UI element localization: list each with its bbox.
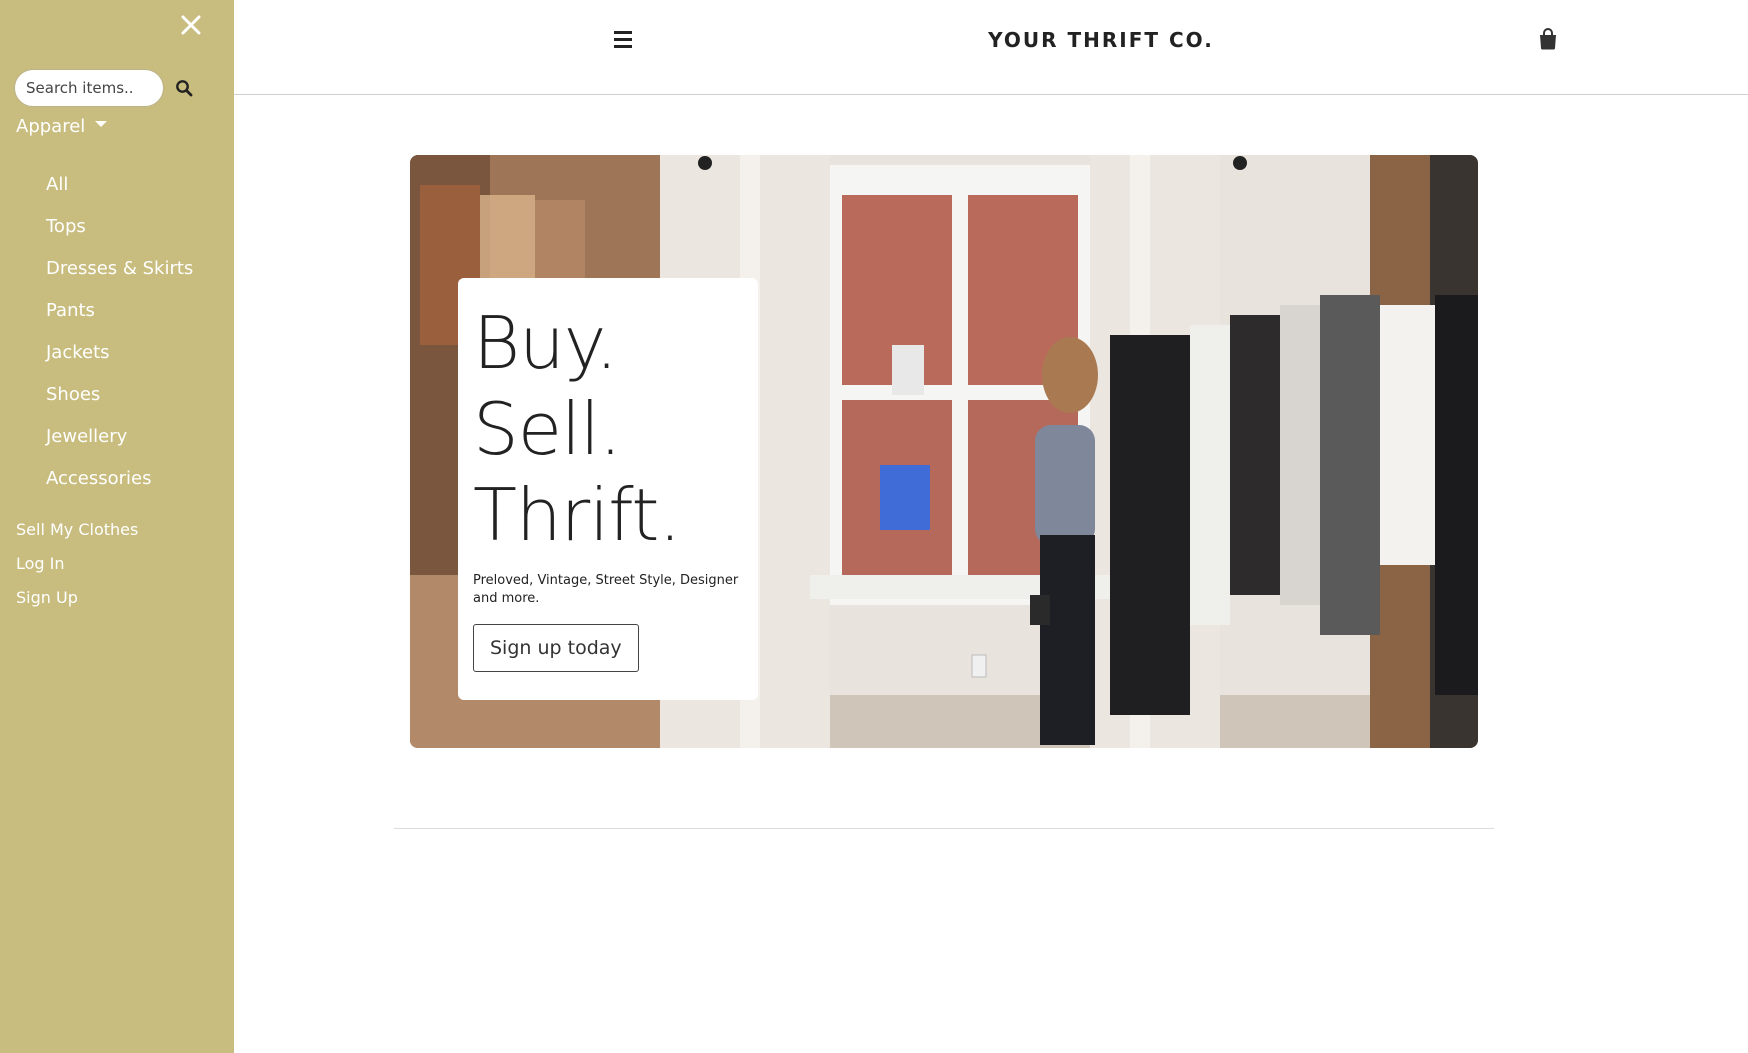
- top-header: YOUR THRIFT CO.: [234, 0, 1748, 95]
- apparel-dropdown[interactable]: Apparel: [16, 116, 108, 137]
- hero-subtitle: Preloved, Vintage, Street Style, Designe…: [473, 573, 739, 606]
- hero-card: Buy. Sell. Thrift. Preloved, Vintage, St…: [458, 278, 758, 700]
- close-icon[interactable]: [176, 10, 206, 40]
- category-item-pants[interactable]: Pants: [46, 299, 193, 341]
- apparel-label: Apparel: [16, 116, 86, 137]
- category-item-jewellery[interactable]: Jewellery: [46, 425, 193, 467]
- sign-up-link[interactable]: Sign Up: [16, 587, 138, 621]
- category-item-shoes[interactable]: Shoes: [46, 383, 193, 425]
- search-icon[interactable]: [175, 79, 193, 97]
- sell-my-clothes-link[interactable]: Sell My Clothes: [16, 519, 138, 553]
- category-item-dresses-skirts[interactable]: Dresses & Skirts: [46, 257, 193, 299]
- chevron-down-icon: [95, 120, 108, 127]
- hero-headline-line: Sell.: [473, 387, 622, 471]
- category-list: All Tops Dresses & Skirts Pants Jackets …: [46, 173, 193, 509]
- sidebar: Apparel All Tops Dresses & Skirts Pants …: [0, 0, 234, 1053]
- hero-headline-line: Thrift.: [473, 473, 681, 557]
- hero-banner: Buy. Sell. Thrift. Preloved, Vintage, St…: [410, 155, 1478, 748]
- category-item-tops[interactable]: Tops: [46, 215, 193, 257]
- content-divider: [394, 828, 1494, 829]
- category-item-all[interactable]: All: [46, 173, 193, 215]
- brand-logo-text[interactable]: YOUR THRIFT CO.: [234, 28, 1748, 52]
- search-bar: [14, 69, 193, 107]
- log-in-link[interactable]: Log In: [16, 553, 138, 587]
- sign-up-today-button[interactable]: Sign up today: [473, 624, 639, 672]
- category-item-jackets[interactable]: Jackets: [46, 341, 193, 383]
- hero-headline: Buy. Sell. Thrift.: [473, 300, 743, 558]
- hero-headline-line: Buy.: [473, 301, 618, 385]
- search-input[interactable]: [14, 69, 164, 107]
- account-links: Sell My Clothes Log In Sign Up: [16, 519, 138, 621]
- category-item-accessories[interactable]: Accessories: [46, 467, 193, 509]
- shopping-bag-icon[interactable]: [1538, 28, 1560, 50]
- page-root: Apparel All Tops Dresses & Skirts Pants …: [0, 0, 1748, 1053]
